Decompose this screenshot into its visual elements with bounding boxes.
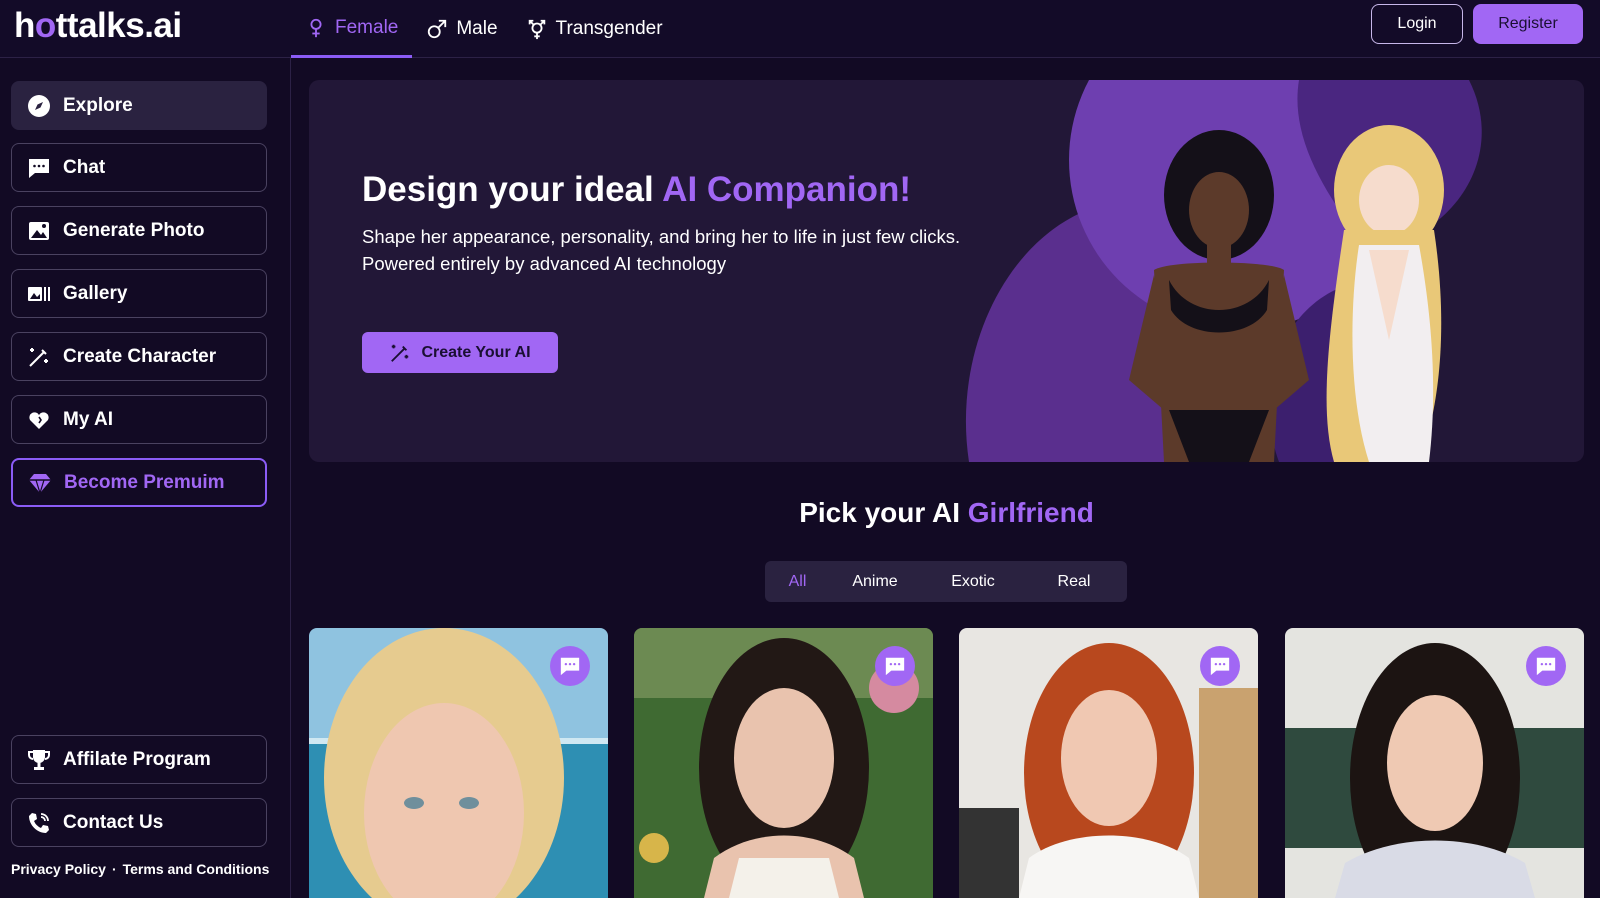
sidebar-item-contact[interactable]: Contact Us: [11, 798, 267, 847]
sidebar-item-label: Gallery: [63, 282, 128, 304]
character-card[interactable]: [309, 628, 608, 898]
image-icon: [27, 219, 51, 243]
privacy-policy-link[interactable]: Privacy Policy: [11, 861, 106, 877]
transgender-icon: [528, 19, 545, 40]
sidebar-item-label: Become Premuim: [64, 471, 225, 493]
sidebar-item-create-character[interactable]: Create Character: [11, 332, 267, 381]
sidebar-item-explore[interactable]: Explore: [11, 81, 267, 130]
compass-icon: [27, 94, 51, 118]
male-icon: [428, 19, 447, 39]
sidebar-item-label: Chat: [63, 156, 106, 178]
sidebar-item-label: Affilate Program: [63, 748, 211, 770]
sidebar-item-premium[interactable]: Become Premuim: [11, 458, 267, 507]
login-button[interactable]: Login: [1371, 4, 1463, 44]
chat-button[interactable]: [875, 646, 915, 686]
filter-real[interactable]: Real: [1026, 561, 1122, 602]
hero-illustration: [965, 80, 1482, 462]
hero-line-2: Powered entirely by advanced AI technolo…: [362, 253, 727, 274]
tab-female[interactable]: Female: [291, 0, 413, 58]
footer-links: Privacy Policy · Terms and Conditions: [11, 861, 269, 877]
sidebar-item-label: Contact Us: [63, 811, 164, 833]
trophy-icon: [27, 748, 51, 772]
chat-button[interactable]: [1526, 646, 1566, 686]
female-icon: [310, 18, 322, 37]
chat-button[interactable]: [550, 646, 590, 686]
chat-icon: [1536, 657, 1556, 676]
sidebar-item-my-ai[interactable]: My AI: [11, 395, 267, 444]
heart-icon: [27, 408, 51, 432]
sidebar-item-chat[interactable]: Chat: [11, 143, 267, 192]
register-button[interactable]: Register: [1473, 4, 1583, 44]
create-your-ai-label: Create Your AI: [421, 343, 531, 361]
character-card[interactable]: [959, 628, 1258, 898]
tab-transgender[interactable]: Transgender: [512, 0, 677, 58]
chat-icon: [560, 657, 580, 676]
sidebar-item-affiliate[interactable]: Affilate Program: [11, 735, 267, 784]
diamond-icon: [28, 471, 52, 495]
create-your-ai-button[interactable]: Create Your AI: [362, 332, 558, 373]
gender-tabs: Female Male Transgender: [291, 0, 677, 58]
footer-separator: ·: [111, 861, 117, 877]
sidebar-item-gallery[interactable]: Gallery: [11, 269, 267, 318]
category-filter: All Anime Exotic Real: [765, 561, 1127, 602]
chat-icon: [1210, 657, 1230, 676]
sidebar: Explore Chat Generate Photo Gallery Crea…: [0, 58, 291, 898]
character-card[interactable]: [1285, 628, 1584, 898]
sidebar-item-label: My AI: [63, 408, 113, 430]
character-card[interactable]: [634, 628, 933, 898]
tab-male-label: Male: [456, 18, 498, 39]
tab-transgender-label: Transgender: [555, 18, 663, 39]
sidebar-item-label: Generate Photo: [63, 219, 205, 241]
tab-male[interactable]: Male: [412, 0, 511, 58]
hero-line-1: Shape her appearance, personality, and b…: [362, 226, 961, 247]
top-bar: hottalks.ai Female Male Transgender Logi…: [0, 0, 1600, 58]
tab-female-label: Female: [335, 16, 399, 38]
sidebar-item-label: Create Character: [63, 345, 217, 367]
section-title: Pick your AI Girlfriend: [799, 497, 1094, 528]
terms-link[interactable]: Terms and Conditions: [123, 861, 270, 877]
filter-anime[interactable]: Anime: [830, 561, 920, 602]
hero-description: Shape her appearance, personality, and b…: [362, 223, 962, 277]
chat-icon: [27, 156, 51, 180]
sidebar-item-label: Explore: [63, 94, 133, 116]
gallery-icon: [27, 282, 51, 306]
hero-title: Design your ideal AI Companion!: [362, 170, 912, 209]
sidebar-item-generate-photo[interactable]: Generate Photo: [11, 206, 267, 255]
chat-icon: [885, 657, 905, 676]
magic-wand-icon: [27, 345, 51, 369]
filter-all[interactable]: All: [765, 561, 830, 602]
magic-wand-icon: [391, 344, 409, 362]
chat-button[interactable]: [1200, 646, 1240, 686]
hero-banner: Design your ideal AI Companion! Shape he…: [309, 80, 1584, 462]
logo[interactable]: hottalks.ai: [14, 6, 182, 46]
filter-exotic[interactable]: Exotic: [920, 561, 1026, 602]
phone-icon: [27, 811, 51, 835]
